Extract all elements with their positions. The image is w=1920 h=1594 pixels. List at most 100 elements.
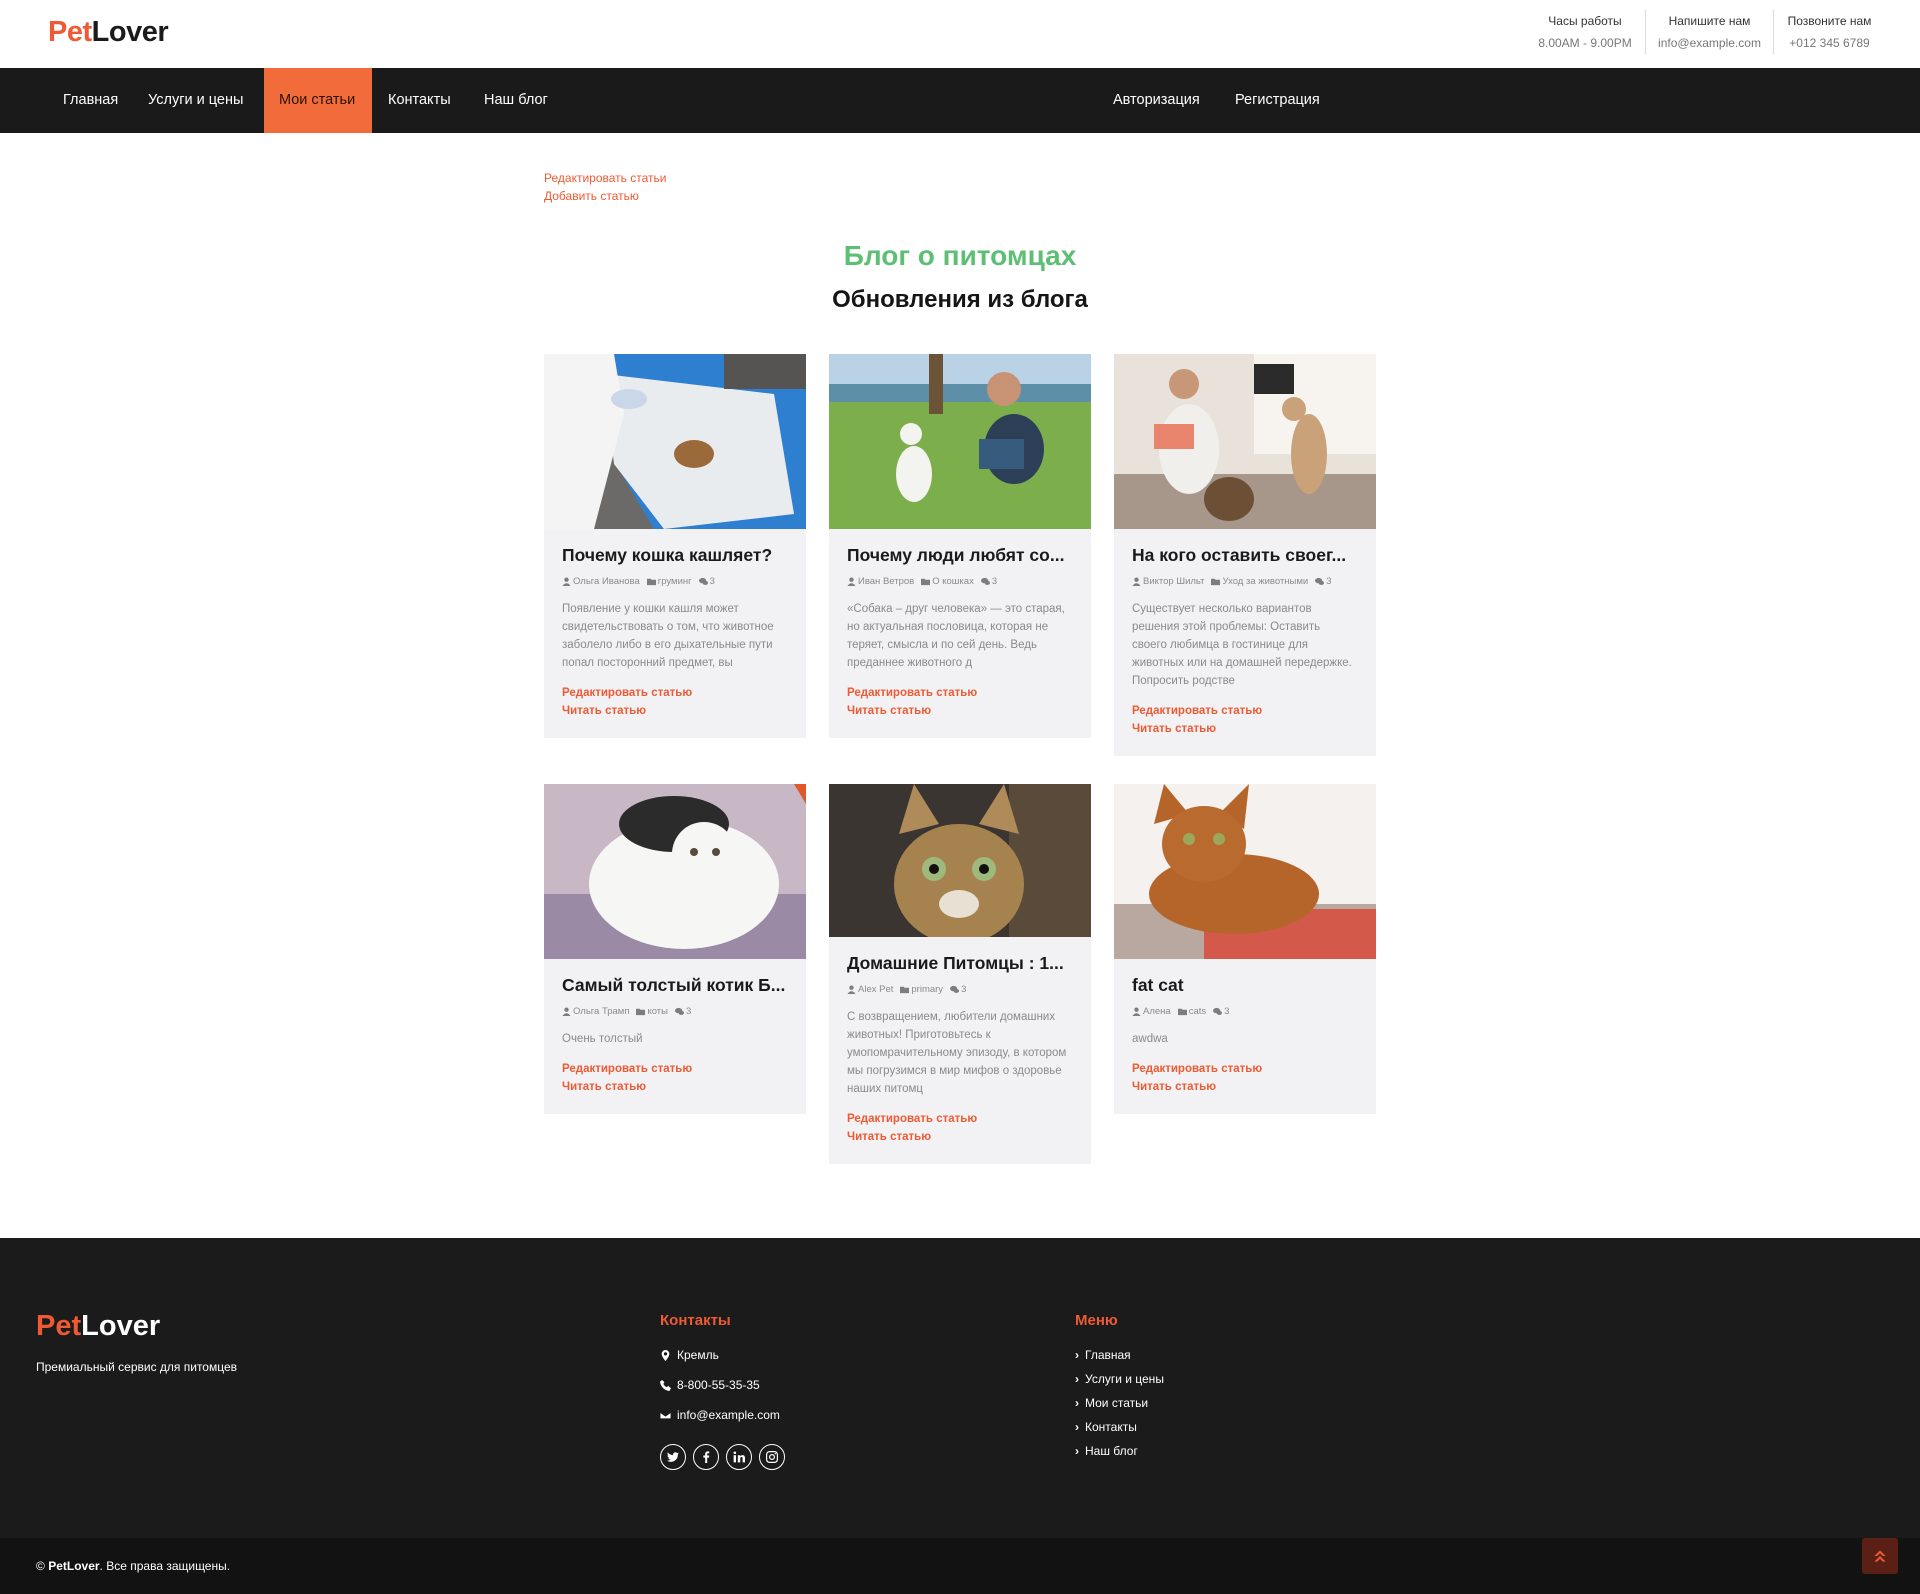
card-title[interactable]: Почему люди любят со... xyxy=(847,545,1073,566)
edit-article-link[interactable]: Редактировать статью xyxy=(847,1110,1073,1128)
logo[interactable]: PetLover xyxy=(48,16,169,49)
read-article-link[interactable]: Читать статью xyxy=(562,702,788,720)
card-excerpt: С возвращением, любители домашних животн… xyxy=(847,1011,1067,1095)
card-image-abyssinian-cat[interactable] xyxy=(1114,784,1376,959)
read-article-link[interactable]: Читать статью xyxy=(847,1128,1073,1146)
card-title[interactable]: fat cat xyxy=(1132,975,1358,996)
back-to-top-button[interactable] xyxy=(1862,1538,1898,1574)
card-author: Alex Pet xyxy=(858,984,894,995)
card-comments: 3 xyxy=(686,1006,692,1017)
card-image-bengal-cat[interactable] xyxy=(829,784,1091,937)
blog-card: Самый толстый котик Б... Ольга Трамп кот… xyxy=(544,784,806,1114)
user-icon xyxy=(562,1007,571,1016)
footer-menu-home[interactable]: › Главная xyxy=(1075,1348,1131,1362)
card-title[interactable]: Самый толстый котик Б... xyxy=(562,975,788,996)
card-excerpt: awdwa xyxy=(1132,1033,1168,1045)
card-title[interactable]: Домашние Питомцы : 1... xyxy=(847,953,1073,974)
card-title[interactable]: На кого оставить своег... xyxy=(1132,545,1358,566)
phone-label: Позвоните нам xyxy=(1787,14,1872,28)
footer: PetLover Премиальный сервис для питомцев… xyxy=(0,1238,1920,1538)
linkedin-icon[interactable] xyxy=(726,1444,752,1470)
add-article-link[interactable]: Добавить статью xyxy=(544,189,639,203)
footer-tagline: Премиальный сервис для питомцев xyxy=(36,1360,238,1374)
edit-article-link[interactable]: Редактировать статью xyxy=(1132,1060,1358,1078)
card-comments: 3 xyxy=(1224,1006,1230,1017)
card-excerpt: Существует несколько вариантов решения э… xyxy=(1132,603,1352,687)
card-author: Иван Ветров xyxy=(858,576,915,587)
blog-card: Домашние Питомцы : 1... Alex Pet primary… xyxy=(829,784,1091,1164)
card-category: Уход за животными xyxy=(1222,576,1309,587)
footer-email[interactable]: info@example.com xyxy=(660,1408,780,1422)
card-category: коты xyxy=(647,1006,668,1017)
folder-icon xyxy=(646,578,656,586)
section-subtitle: Обновления из блога xyxy=(832,286,1088,313)
edit-article-link[interactable]: Редактировать статью xyxy=(847,684,1073,702)
read-article-link[interactable]: Читать статью xyxy=(847,702,1073,720)
card-comments: 3 xyxy=(709,576,715,587)
footer-menu-title: Меню xyxy=(1075,1312,1118,1329)
comments-icon xyxy=(950,985,960,993)
copyright: © PetLover. Все права защищены. xyxy=(36,1559,231,1573)
nav-item-blog[interactable]: Наш блог xyxy=(469,68,563,133)
login-link[interactable]: Авторизация xyxy=(1098,68,1215,133)
footer-menu-blog[interactable]: › Наш блог xyxy=(1075,1444,1138,1458)
blog-card: Почему кошка кашляет? Ольга Иванова грум… xyxy=(544,354,806,738)
comments-icon xyxy=(1315,577,1325,585)
footer-logo[interactable]: PetLover xyxy=(36,1310,160,1343)
nav-item-my-articles[interactable]: Мои статьи xyxy=(264,68,372,133)
phone-contact: Позвоните нам +012 345 6789 xyxy=(1773,10,1885,54)
double-chevron-up-icon xyxy=(1874,1550,1886,1562)
email-value[interactable]: info@example.com xyxy=(1646,36,1773,50)
user-icon xyxy=(847,985,856,994)
blog-card: На кого оставить своег... Виктор Шильт У… xyxy=(1114,354,1376,756)
chevron-right-icon: › xyxy=(1075,1444,1079,1458)
section-title: Блог о питомцах xyxy=(843,240,1077,271)
nav-item-home[interactable]: Главная xyxy=(48,68,133,133)
register-link[interactable]: Регистрация xyxy=(1220,68,1335,133)
footer-menu-my-articles[interactable]: › Мои статьи xyxy=(1075,1396,1148,1410)
folder-icon xyxy=(636,1008,646,1016)
card-image-fat-cat[interactable] xyxy=(544,784,806,959)
chevron-right-icon: › xyxy=(1075,1420,1079,1434)
card-category: О кошках xyxy=(932,576,974,587)
card-comments: 3 xyxy=(961,984,967,995)
twitter-icon[interactable] xyxy=(660,1444,686,1470)
footer-menu-contacts[interactable]: › Контакты xyxy=(1075,1420,1137,1434)
facebook-icon[interactable] xyxy=(693,1444,719,1470)
edit-article-link[interactable]: Редактировать статью xyxy=(562,1060,788,1078)
read-article-link[interactable]: Читать статью xyxy=(562,1078,788,1096)
card-category: primary xyxy=(911,984,944,995)
instagram-icon[interactable] xyxy=(759,1444,785,1470)
chevron-right-icon: › xyxy=(1075,1372,1079,1386)
footer-menu-services[interactable]: › Услуги и цены xyxy=(1075,1372,1164,1386)
card-image-vet-cat[interactable] xyxy=(544,354,806,529)
card-excerpt: «Собака – друг человека» — это старая, н… xyxy=(847,603,1065,669)
footer-bottom-bar: © PetLover. Все права защищены. xyxy=(0,1538,1920,1594)
card-author: Ольга Трамп xyxy=(573,1006,630,1017)
card-image-woman-dogs[interactable] xyxy=(1114,354,1376,529)
user-icon xyxy=(847,577,856,586)
phone-value[interactable]: +012 345 6789 xyxy=(1774,36,1885,50)
edit-article-link[interactable]: Редактировать статью xyxy=(562,684,788,702)
footer-phone[interactable]: 8-800-55-35-35 xyxy=(660,1378,760,1392)
working-hours-value: 8.00AM - 9.00PM xyxy=(1538,36,1632,50)
edit-article-link[interactable]: Редактировать статью xyxy=(1132,702,1358,720)
map-marker-icon xyxy=(661,1349,670,1361)
card-image-man-dog[interactable] xyxy=(829,354,1091,529)
folder-icon xyxy=(921,578,931,586)
email-label: Напишите нам xyxy=(1668,14,1751,28)
edit-articles-link[interactable]: Редактировать статьи xyxy=(544,171,666,185)
nav-item-services[interactable]: Услуги и цены xyxy=(133,68,258,133)
user-icon xyxy=(1132,577,1141,586)
folder-icon xyxy=(1177,1008,1187,1016)
card-author: Виктор Шильт xyxy=(1143,576,1205,587)
comments-icon xyxy=(698,577,708,585)
folder-icon xyxy=(1211,578,1221,586)
card-excerpt: Очень толстый xyxy=(562,1033,643,1045)
read-article-link[interactable]: Читать статью xyxy=(1132,1078,1358,1096)
working-hours-label: Часы работы xyxy=(1548,14,1622,28)
read-article-link[interactable]: Читать статью xyxy=(1132,720,1358,738)
blog-card: Почему люди любят со... Иван Ветров О ко… xyxy=(829,354,1091,738)
nav-item-contacts[interactable]: Контакты xyxy=(373,68,466,133)
card-title[interactable]: Почему кошка кашляет? xyxy=(562,545,788,566)
